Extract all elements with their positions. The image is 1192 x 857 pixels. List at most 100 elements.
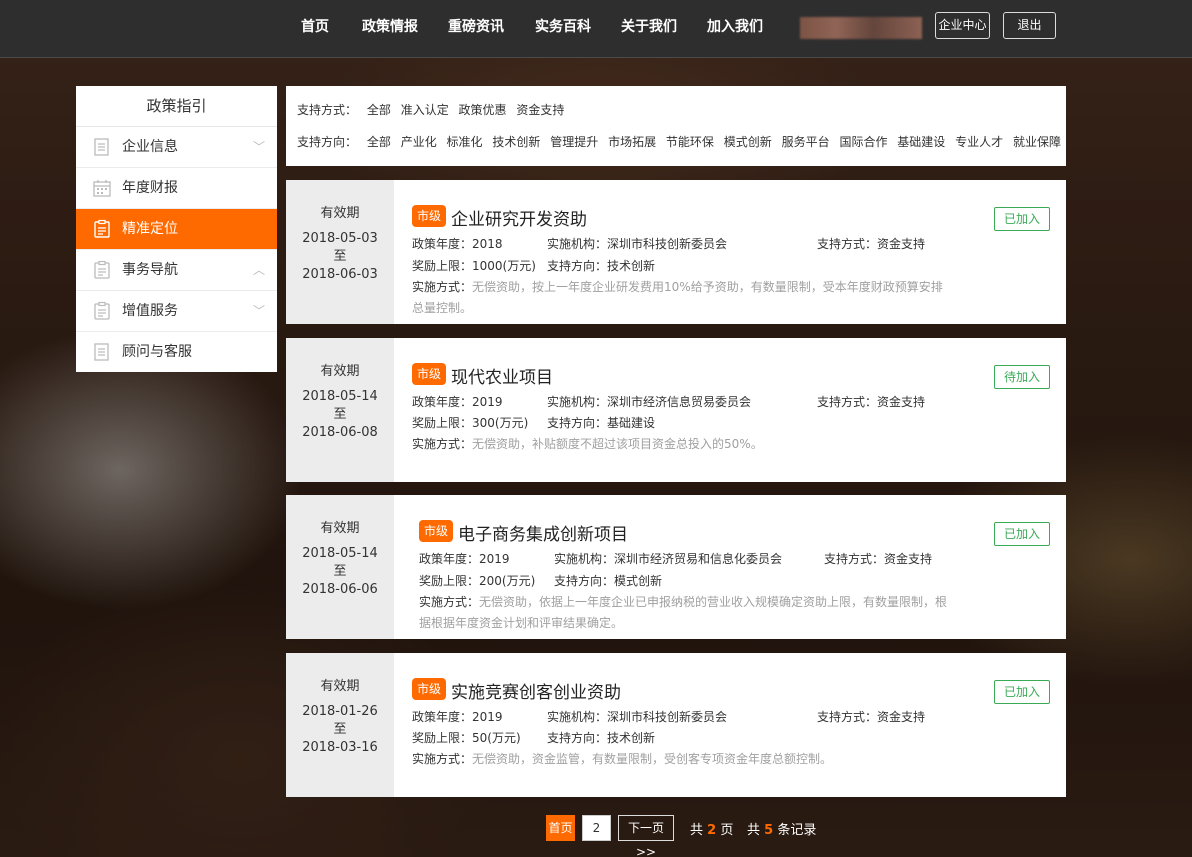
filter-panel: 支持方式： 全部 准入认定 政策优惠 资金支持 支持方向： 全部 产业化 标准化… (286, 86, 1066, 166)
level-tag: 市级 (412, 363, 447, 385)
filter-option[interactable]: 产业化 (401, 135, 437, 149)
document-list-icon (94, 343, 109, 361)
calendar-icon (93, 180, 111, 197)
sidebar-item-consultant-support[interactable]: 顾问与客服 (76, 332, 277, 373)
filter-option[interactable]: 技术创新 (492, 135, 540, 149)
nav-join-us[interactable]: 加入我们 (707, 17, 763, 37)
policy-year: 政策年度：2019 (419, 552, 510, 566)
policy-direction: 支持方向：基础建设 (547, 416, 656, 430)
method-label: 实施方式： (412, 280, 473, 294)
sidebar-item-label: 增值服务 (122, 303, 178, 319)
filter-option[interactable]: 服务平台 (782, 135, 830, 149)
policy-title[interactable]: 实施竞赛创客创业资助 (451, 678, 621, 703)
policy-card[interactable]: 有效期 2018-01-26 至 2018-03-16 市级 实施竞赛创客创业资… (286, 653, 1066, 797)
policy-card[interactable]: 有效期 2018-05-14 至 2018-06-06 市级 电子商务集成创新项… (286, 495, 1066, 639)
validity-label: 有效期 (320, 521, 360, 536)
filter-option[interactable]: 标准化 (447, 135, 483, 149)
start-date: 2018-05-03 (302, 231, 378, 246)
filter-option[interactable]: 管理提升 (550, 135, 598, 149)
total-records-count: 5 (764, 823, 774, 838)
policy-support-mode: 支持方式：资金支持 (824, 552, 933, 566)
date-separator: 至 (333, 722, 347, 737)
nav-policy-intel[interactable]: 政策情报 (362, 17, 418, 37)
filter-option[interactable]: 专业人才 (955, 135, 1003, 149)
first-page-button[interactable]: 首页 (546, 815, 575, 841)
filter-option[interactable]: 准入认定 (401, 103, 449, 117)
logout-button[interactable]: 退出 (1003, 12, 1056, 39)
sidebar-item-value-added-services[interactable]: 增值服务 ﹀ (76, 291, 277, 332)
sidebar-item-affairs-navigation[interactable]: 事务导航 ︿ (76, 250, 277, 291)
enterprise-center-button[interactable]: 企业中心 (935, 12, 990, 39)
policy-card[interactable]: 有效期 2018-05-03 至 2018-06-03 市级 企业研究开发资助 … (286, 180, 1066, 324)
policy-title[interactable]: 电子商务集成创新项目 (458, 520, 628, 545)
page-2-button[interactable]: 2 (582, 815, 611, 841)
nav-about-us[interactable]: 关于我们 (621, 17, 677, 37)
filter-option[interactable]: 基础建设 (897, 135, 945, 149)
next-page-button[interactable]: 下一页>> (618, 815, 674, 857)
start-date: 2018-01-26 (302, 704, 378, 719)
level-tag: 市级 (412, 205, 447, 227)
policy-method: 实施方式：无偿资助，资金监管，有数量限制，受创客专项资金年度总额控制。 (412, 749, 952, 770)
sidebar-item-label: 精准定位 (122, 221, 178, 237)
document-list-icon (94, 138, 109, 156)
start-date: 2018-05-14 (302, 389, 378, 404)
policy-year: 政策年度：2019 (412, 395, 503, 409)
chevron-down-icon: ﹀ (252, 140, 265, 154)
level-tag: 市级 (419, 520, 454, 542)
joined-status-button[interactable]: 已加入 (994, 207, 1050, 231)
date-separator: 至 (333, 564, 347, 579)
chevron-up-icon: ︿ (252, 263, 265, 277)
pending-status-button[interactable]: 待加入 (994, 365, 1050, 389)
sidebar-item-precise-positioning[interactable]: 精准定位 (76, 209, 277, 250)
policy-direction: 支持方向：模式创新 (554, 574, 663, 588)
validity-label: 有效期 (320, 206, 360, 221)
policy-limit: 奖励上限：200(万元) (419, 574, 536, 588)
method-label: 实施方式： (412, 752, 473, 766)
joined-status-button[interactable]: 已加入 (994, 522, 1050, 546)
filter-option[interactable]: 资金支持 (516, 103, 564, 117)
policy-title[interactable]: 企业研究开发资助 (451, 205, 587, 230)
top-navigation-bar: 首页 政策情报 重磅资讯 实务百科 关于我们 加入我们 企业中心 退出 (0, 0, 1192, 58)
total-pages: 共 2 页 (690, 819, 733, 838)
sidebar-menu: 政策指引 企业信息 ﹀ 年度财报 精准定位 事务导航 ︿ 增值服务 ﹀ 顾问与客… (76, 86, 277, 372)
policy-method: 实施方式：无偿资助，依据上一年度企业已申报纳税的营业收入规模确定资助上限，有数量… (419, 592, 959, 634)
total-pages-count: 2 (707, 823, 717, 838)
validity-label: 有效期 (320, 679, 360, 694)
method-label: 实施方式： (412, 437, 473, 451)
filter-option[interactable]: 全部 (367, 135, 391, 149)
policy-direction: 支持方向：技术创新 (547, 731, 656, 745)
sidebar-item-label: 事务导航 (122, 262, 178, 278)
total-records-prefix: 共 (747, 823, 761, 838)
end-date: 2018-06-08 (302, 425, 378, 440)
filter-option[interactable]: 就业保障 (1013, 135, 1061, 149)
nav-home[interactable]: 首页 (301, 17, 329, 37)
validity-period: 有效期 2018-01-26 至 2018-03-16 (286, 653, 394, 797)
end-date: 2018-06-03 (302, 267, 378, 282)
sidebar-item-company-info[interactable]: 企业信息 ﹀ (76, 127, 277, 168)
policy-title[interactable]: 现代农业项目 (451, 363, 553, 388)
method-text: 无偿资助，资金监管，有数量限制，受创客专项资金年度总额控制。 (472, 752, 833, 766)
filter-option[interactable]: 模式创新 (724, 135, 772, 149)
policy-limit: 奖励上限：300(万元) (412, 416, 529, 430)
validity-period: 有效期 2018-05-14 至 2018-06-06 (286, 495, 394, 639)
sidebar-item-annual-report[interactable]: 年度财报 (76, 168, 277, 209)
filter-option[interactable]: 国际合作 (839, 135, 887, 149)
total-pages-suffix: 页 (720, 823, 734, 838)
end-date: 2018-03-16 (302, 740, 378, 755)
start-date: 2018-05-14 (302, 546, 378, 561)
filter-option[interactable]: 全部 (367, 103, 391, 117)
sidebar-item-label: 年度财报 (122, 180, 178, 196)
nav-major-news[interactable]: 重磅资讯 (448, 17, 504, 37)
validity-period: 有效期 2018-05-14 至 2018-06-08 (286, 338, 394, 482)
joined-status-button[interactable]: 已加入 (994, 680, 1050, 704)
filter-option[interactable]: 节能环保 (666, 135, 714, 149)
policy-card[interactable]: 有效期 2018-05-14 至 2018-06-08 市级 现代农业项目 政策… (286, 338, 1066, 482)
nav-practice-wiki[interactable]: 实务百科 (535, 17, 591, 37)
policy-support-mode: 支持方式：资金支持 (817, 395, 926, 409)
chevron-down-icon: ﹀ (252, 304, 265, 318)
filter-option[interactable]: 政策优惠 (459, 103, 507, 117)
clipboard-icon (94, 219, 110, 238)
policy-agency: 实施机构：深圳市经济贸易和信息化委员会 (554, 552, 783, 566)
filter-option[interactable]: 市场拓展 (608, 135, 656, 149)
blurred-username (800, 17, 922, 39)
